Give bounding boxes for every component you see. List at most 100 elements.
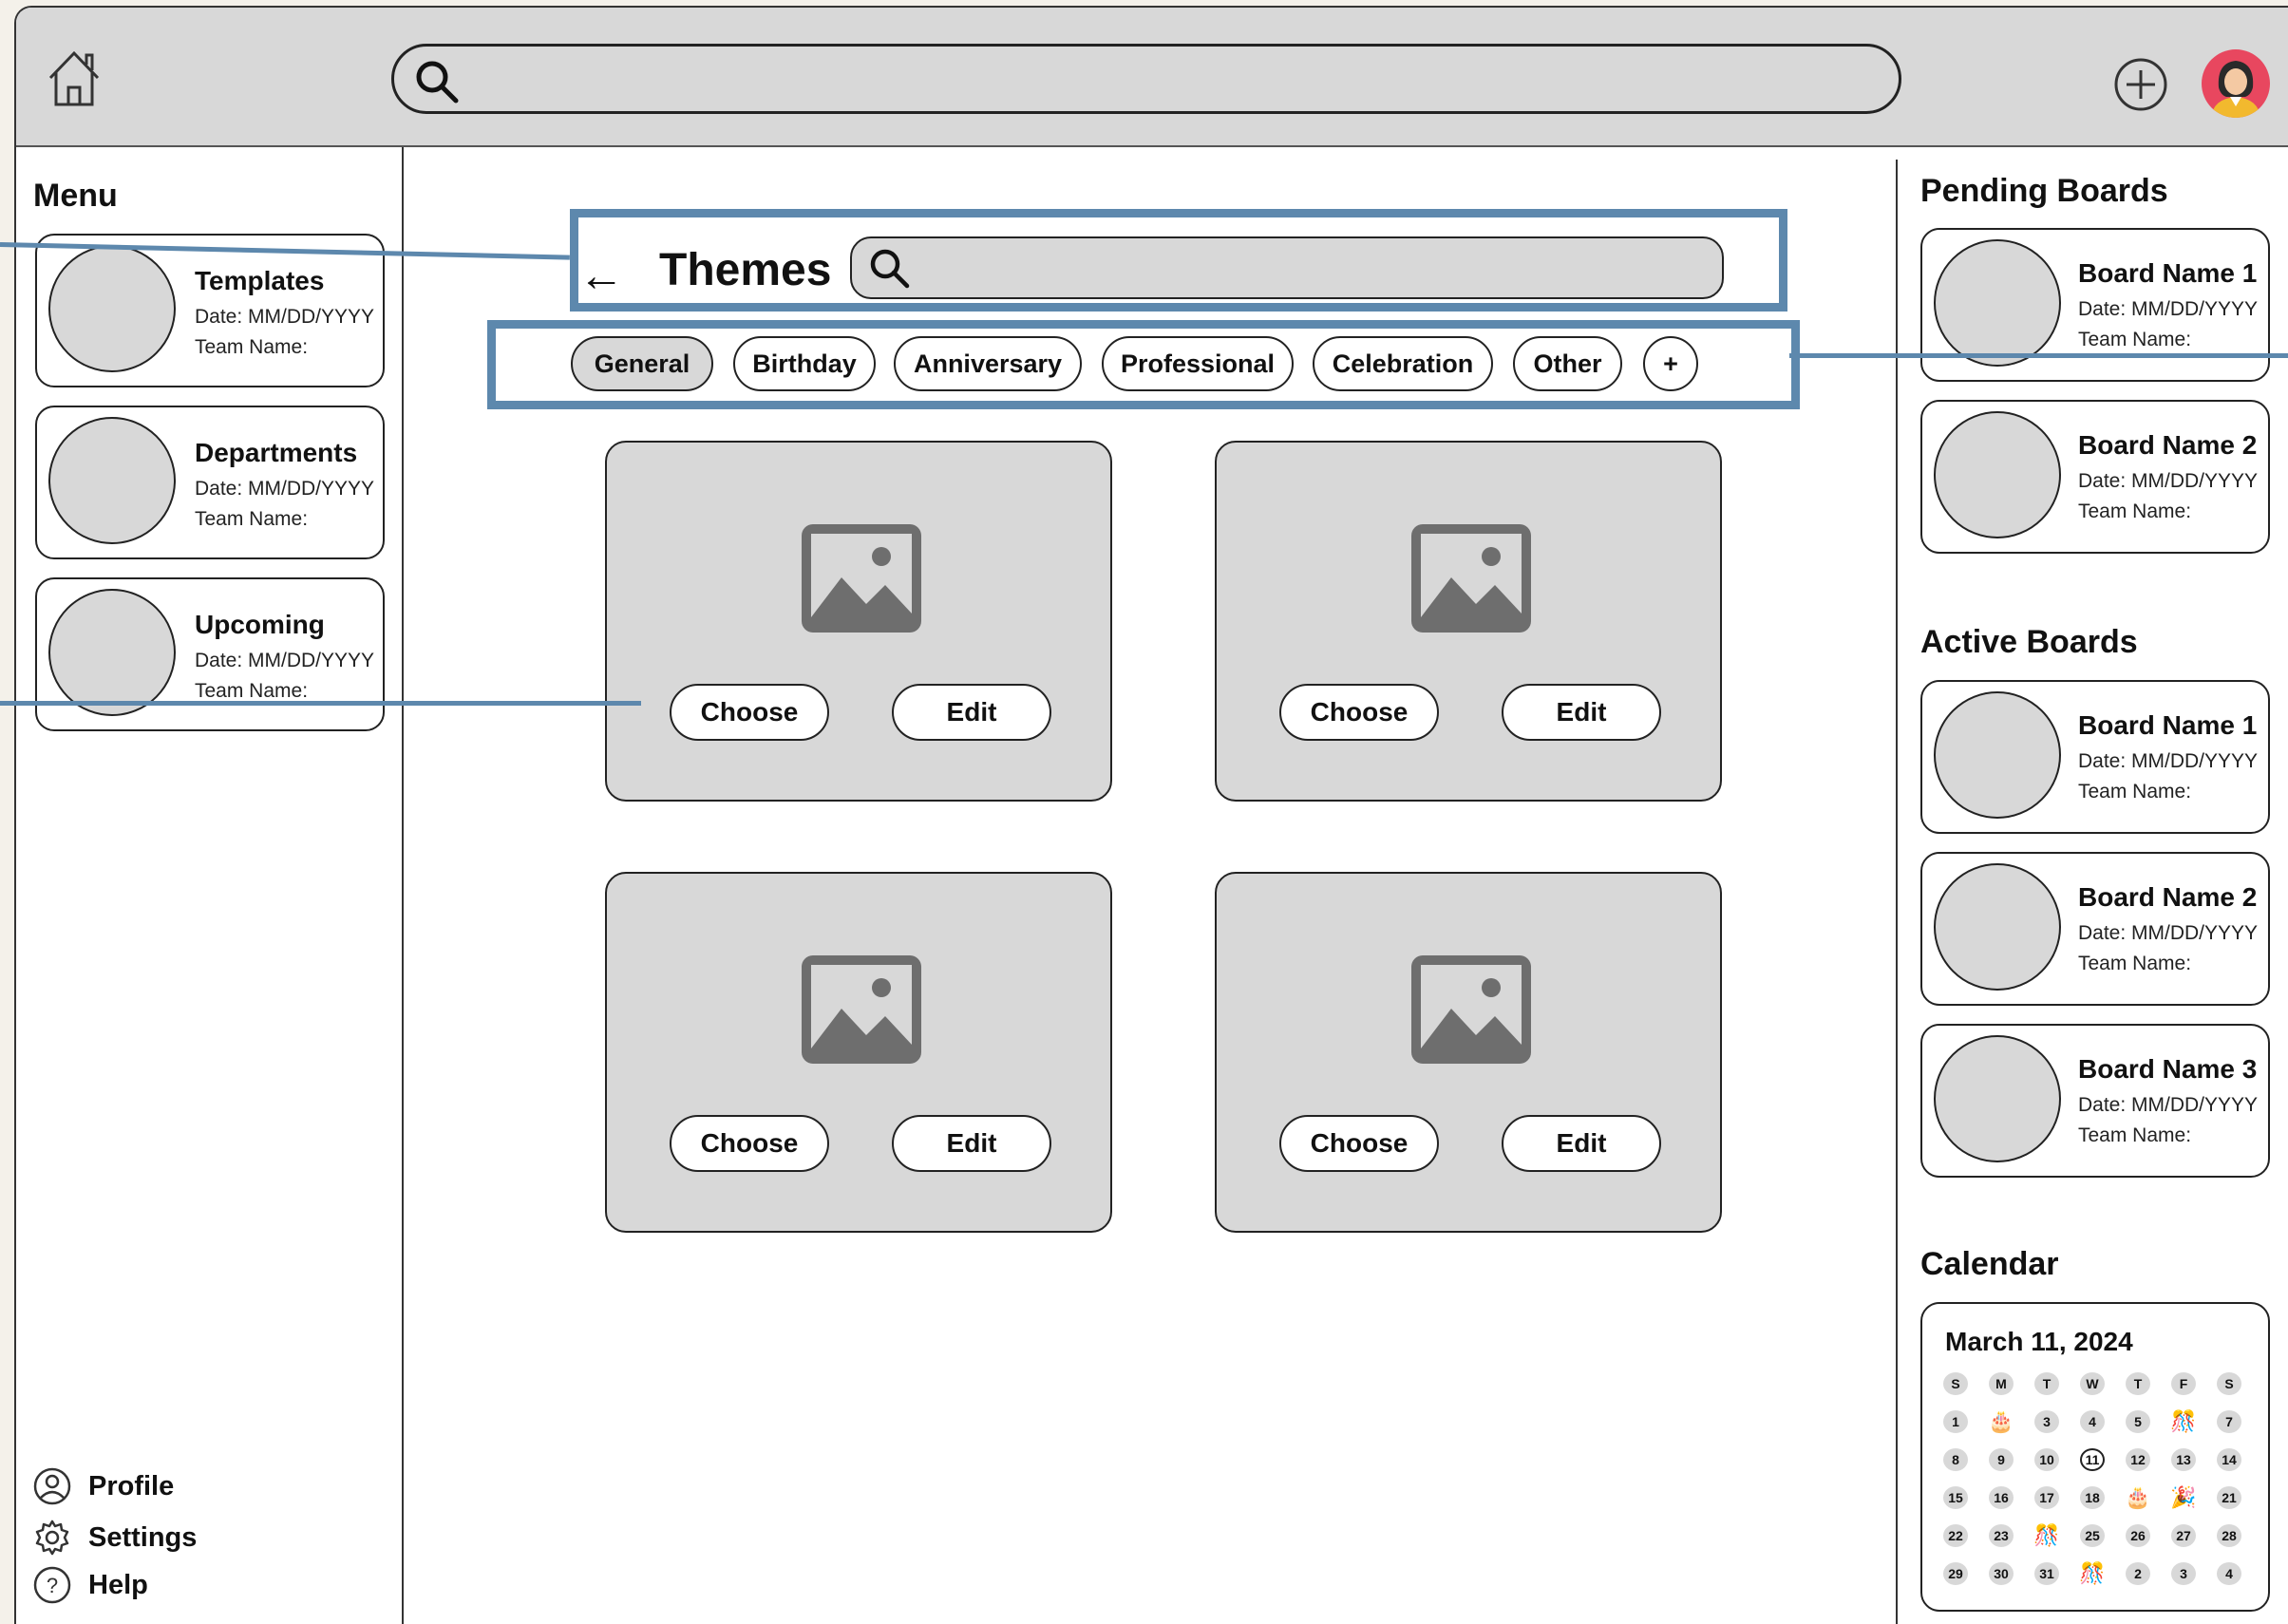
nav-label: Profile xyxy=(88,1470,175,1501)
calendar-day[interactable]: 15 xyxy=(1943,1486,1968,1509)
themes-search-input[interactable] xyxy=(850,236,1724,299)
item-date: Date: MM/DD/YYYY xyxy=(195,478,375,500)
calendar-day[interactable]: 22 xyxy=(1943,1524,1968,1547)
category-professional[interactable]: Professional xyxy=(1102,336,1294,391)
calendar-event-day[interactable]: 🎂 xyxy=(1988,1409,2014,1433)
calendar-day[interactable]: 9 xyxy=(1989,1448,2014,1471)
calendar-day[interactable]: 4 xyxy=(2080,1410,2105,1433)
annotation-connector-categories xyxy=(1789,353,2288,358)
nav-label: Help xyxy=(88,1569,148,1600)
category-anniversary[interactable]: Anniversary xyxy=(894,336,1082,391)
calendar-day[interactable]: 12 xyxy=(2126,1448,2150,1471)
calendar-day[interactable]: 17 xyxy=(2034,1486,2059,1509)
pending-board-card[interactable]: Board Name 2 Date: MM/DD/YYYY Team Name: xyxy=(1920,400,2270,554)
calendar-weekday: S xyxy=(2217,1372,2241,1395)
edit-button[interactable]: Edit xyxy=(892,1115,1051,1172)
board-date: Date: MM/DD/YYYY xyxy=(2078,922,2259,944)
item-thumbnail xyxy=(48,245,176,372)
sidebar-item-upcoming[interactable]: Upcoming Date: MM/DD/YYYY Team Name: xyxy=(35,577,385,731)
calendar-day[interactable]: 26 xyxy=(2126,1524,2150,1547)
board-title: Board Name 2 xyxy=(2078,882,2258,912)
edit-button[interactable]: Edit xyxy=(892,684,1051,741)
calendar-day[interactable]: 31 xyxy=(2034,1562,2059,1585)
active-boards-title: Active Boards xyxy=(1920,624,2138,660)
calendar-day[interactable]: 8 xyxy=(1943,1448,1968,1471)
calendar-day[interactable]: 28 xyxy=(2217,1524,2241,1547)
global-search-input[interactable] xyxy=(391,44,1901,114)
choose-button[interactable]: Choose xyxy=(1279,684,1439,741)
category-celebration[interactable]: Celebration xyxy=(1313,336,1493,391)
add-circle-icon[interactable] xyxy=(2113,57,2168,112)
calendar-day[interactable]: 25 xyxy=(2080,1524,2105,1547)
calendar-day[interactable]: 3 xyxy=(2034,1410,2059,1433)
active-board-card[interactable]: Board Name 1 Date: MM/DD/YYYY Team Name: xyxy=(1920,680,2270,834)
calendar-day[interactable]: 29 xyxy=(1943,1562,1968,1585)
theme-card[interactable]: Choose Edit xyxy=(1215,441,1722,802)
board-thumbnail xyxy=(1934,411,2061,538)
menu-title: Menu xyxy=(33,178,118,214)
calendar-weekday: W xyxy=(2080,1372,2105,1395)
calendar-day[interactable]: 18 xyxy=(2080,1486,2105,1509)
calendar-weekday: S xyxy=(1943,1372,1968,1395)
pending-board-card[interactable]: Board Name 1 Date: MM/DD/YYYY Team Name: xyxy=(1920,228,2270,382)
calendar-event-day[interactable]: 🎂 xyxy=(2125,1485,2150,1509)
nav-profile[interactable]: Profile xyxy=(33,1467,174,1505)
sidebar-item-templates[interactable]: Templates Date: MM/DD/YYYY Team Name: xyxy=(35,234,385,387)
board-date: Date: MM/DD/YYYY xyxy=(2078,1094,2259,1116)
calendar-event-day[interactable]: 🎊 xyxy=(2079,1561,2105,1585)
calendar-day[interactable]: 23 xyxy=(1989,1524,2014,1547)
back-button[interactable]: ← xyxy=(578,250,624,302)
calendar-day[interactable]: 4 xyxy=(2217,1562,2241,1585)
calendar-day[interactable]: 16 xyxy=(1989,1486,2014,1509)
board-team: Team Name: xyxy=(2078,781,2192,803)
calendar-day[interactable]: 2 xyxy=(2126,1562,2150,1585)
board-date: Date: MM/DD/YYYY xyxy=(2078,470,2259,492)
item-title: Upcoming xyxy=(195,610,325,639)
edit-button[interactable]: Edit xyxy=(1502,684,1661,741)
calendar-day[interactable]: 3 xyxy=(2171,1562,2196,1585)
board-thumbnail xyxy=(1934,1035,2061,1162)
calendar-day[interactable]: 1 xyxy=(1943,1410,1968,1433)
board-team: Team Name: xyxy=(2078,500,2192,522)
calendar-event-day[interactable]: 🎉 xyxy=(2170,1485,2196,1509)
home-icon[interactable] xyxy=(45,46,104,108)
active-board-card[interactable]: Board Name 2 Date: MM/DD/YYYY Team Name: xyxy=(1920,852,2270,1006)
board-team: Team Name: xyxy=(2078,329,2192,350)
choose-button[interactable]: Choose xyxy=(670,1115,829,1172)
choose-button[interactable]: Choose xyxy=(1279,1115,1439,1172)
calendar-day[interactable]: 13 xyxy=(2171,1448,2196,1471)
user-icon xyxy=(33,1467,71,1505)
item-date: Date: MM/DD/YYYY xyxy=(195,650,375,671)
calendar-day[interactable]: 14 xyxy=(2217,1448,2241,1471)
user-avatar[interactable] xyxy=(2202,49,2270,118)
category-general[interactable]: General xyxy=(571,336,713,391)
category-birthday[interactable]: Birthday xyxy=(733,336,876,391)
calendar-day[interactable]: 10 xyxy=(2034,1448,2059,1471)
category-other[interactable]: Other xyxy=(1513,336,1622,391)
choose-button[interactable]: Choose xyxy=(670,684,829,741)
nav-settings[interactable]: Settings xyxy=(33,1519,197,1557)
item-date: Date: MM/DD/YYYY xyxy=(195,306,375,328)
theme-card[interactable]: Choose Edit xyxy=(605,441,1112,802)
item-title: Templates xyxy=(195,266,325,295)
board-thumbnail xyxy=(1934,239,2061,367)
left-sidebar: Menu Templates Date: MM/DD/YYYY Team Nam… xyxy=(16,147,404,1624)
sidebar-item-departments[interactable]: Departments Date: MM/DD/YYYY Team Name: xyxy=(35,406,385,559)
edit-button[interactable]: Edit xyxy=(1502,1115,1661,1172)
calendar-day[interactable]: 11 xyxy=(2080,1448,2105,1471)
calendar-event-day[interactable]: 🎊 xyxy=(2170,1409,2196,1433)
calendar-day[interactable]: 30 xyxy=(1989,1562,2014,1585)
calendar-day[interactable]: 21 xyxy=(2217,1486,2241,1509)
calendar-day[interactable]: 7 xyxy=(2217,1410,2241,1433)
image-placeholder-icon xyxy=(802,524,921,633)
calendar-day[interactable]: 27 xyxy=(2171,1524,2196,1547)
nav-help[interactable]: ? Help xyxy=(33,1566,148,1604)
calendar-event-day[interactable]: 🎊 xyxy=(2033,1523,2059,1547)
calendar-day[interactable]: 5 xyxy=(2126,1410,2150,1433)
add-category-button[interactable]: + xyxy=(1643,336,1698,391)
board-team: Team Name: xyxy=(2078,953,2192,974)
theme-card[interactable]: Choose Edit xyxy=(1215,872,1722,1233)
theme-card[interactable]: Choose Edit xyxy=(605,872,1112,1233)
active-board-card[interactable]: Board Name 3 Date: MM/DD/YYYY Team Name: xyxy=(1920,1024,2270,1178)
board-team: Team Name: xyxy=(2078,1124,2192,1146)
